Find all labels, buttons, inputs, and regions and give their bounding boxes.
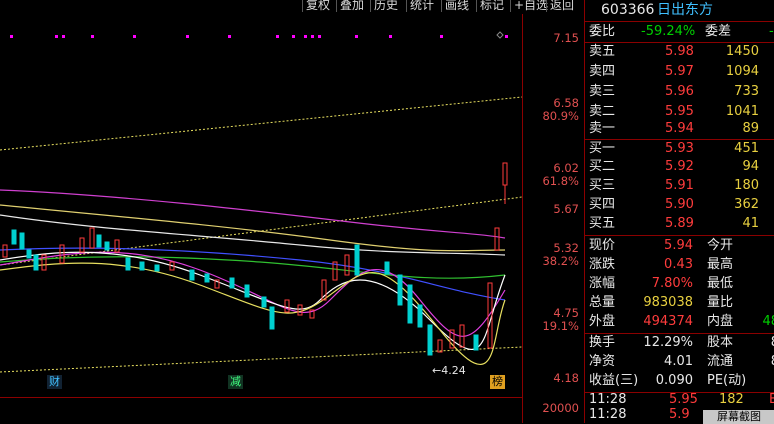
statistics-button[interactable]: 统计 <box>406 0 437 12</box>
stat-row: 涨幅 7.80% 最低 <box>589 276 734 291</box>
axis-label: 19.1% <box>542 319 579 333</box>
ranking-marker[interactable]: 榜 <box>490 375 505 389</box>
stock-code: 603366 <box>601 2 655 18</box>
diamond-icon <box>496 31 504 39</box>
fuquan-button[interactable]: 复权 <box>302 0 333 12</box>
bid-row[interactable]: 买四 5.90 362 <box>585 195 774 215</box>
price-axis: 7.15 6.58 80.9% 6.02 61.8% 5.67 5.32 38.… <box>522 14 585 423</box>
bid-row[interactable]: 买五 5.89 41 <box>585 214 774 234</box>
bid-row[interactable]: 买二 5.92 94 <box>585 157 774 177</box>
candlestick-chart[interactable] <box>0 14 522 397</box>
quote-panel: 603366 日出东方 委比 -59.24% 委差 - 卖五 5.98 1450 卖… <box>584 0 774 424</box>
low-arrow-icon: ← <box>432 364 442 377</box>
overlay-button[interactable]: 叠加 <box>336 0 367 12</box>
ask-row[interactable]: 卖三 5.96 733 <box>585 82 774 102</box>
low-price-label: ←4.24 <box>430 364 468 378</box>
bid-row[interactable]: 买三 5.91 180 <box>585 176 774 196</box>
weibi-label: 委比 <box>589 24 616 39</box>
weibi-row: 委比 -59.24% 委差 - <box>585 22 774 42</box>
axis-label: 6.58 <box>553 96 579 110</box>
axis-label: 7.15 <box>553 31 579 45</box>
axis-label: 4.75 <box>553 306 579 320</box>
screenshot-button[interactable]: 屏幕截图 <box>703 410 774 424</box>
stat-row: 净资4.01流通8 <box>589 354 774 369</box>
low-value: 4.24 <box>441 364 466 377</box>
bid-row[interactable]: 买一 5.93 451 <box>585 139 774 159</box>
axis-label: 4.18 <box>553 371 579 385</box>
volume-strip <box>0 397 522 424</box>
weicha-value: - <box>769 24 774 39</box>
stat-row: 涨跌 0.43 最高 <box>589 257 734 272</box>
stat-row: 换手12.29%股本8 <box>589 335 774 350</box>
axis-label: 6.02 <box>553 161 579 175</box>
axis-label: 61.8% <box>542 174 579 188</box>
stock-title: 603366 日出东方 <box>585 0 774 22</box>
stat-row: 外盘494374内盘48 <box>589 314 774 329</box>
channel-lines <box>0 96 522 373</box>
signal-dots <box>10 35 508 38</box>
weibi-value: -59.24% <box>641 24 696 39</box>
weicha-label: 委差 <box>705 24 732 39</box>
axis-label: 38.2% <box>542 254 579 268</box>
ask-row[interactable]: 卖一 5.94 89 <box>585 119 774 139</box>
draw-line-button[interactable]: 画线 <box>441 0 472 12</box>
stat-row: 现价 5.94 今开 <box>589 238 734 253</box>
finance-marker[interactable]: 财 <box>47 375 62 389</box>
axis-label: 20000 <box>542 401 579 415</box>
ask-row[interactable]: 卖五 5.98 1450 <box>585 42 774 62</box>
tick-row: 11:28 5.95 182 B <box>589 392 774 407</box>
history-button[interactable]: 历史 <box>370 0 401 12</box>
chart-toolbar: 复权 叠加 历史 统计 画线 标记 +自选 返回 <box>0 0 584 13</box>
stock-name: 日出东方 <box>657 2 713 18</box>
mark-button[interactable]: 标记 <box>476 0 507 12</box>
reduce-marker[interactable]: 减 <box>228 375 243 389</box>
add-watchlist-button[interactable]: +自选 <box>510 0 551 12</box>
axis-label: 5.32 <box>553 241 579 255</box>
ask-row[interactable]: 卖四 5.97 1094 <box>585 62 774 82</box>
axis-label: 5.67 <box>553 202 579 216</box>
candles <box>2 162 508 356</box>
back-button[interactable]: 返回 <box>546 0 577 12</box>
stat-row: 收益(三) 0.090 PE(动) <box>589 373 747 388</box>
axis-label: 80.9% <box>542 109 579 123</box>
stat-row: 总量 983038 量比 <box>589 295 734 310</box>
